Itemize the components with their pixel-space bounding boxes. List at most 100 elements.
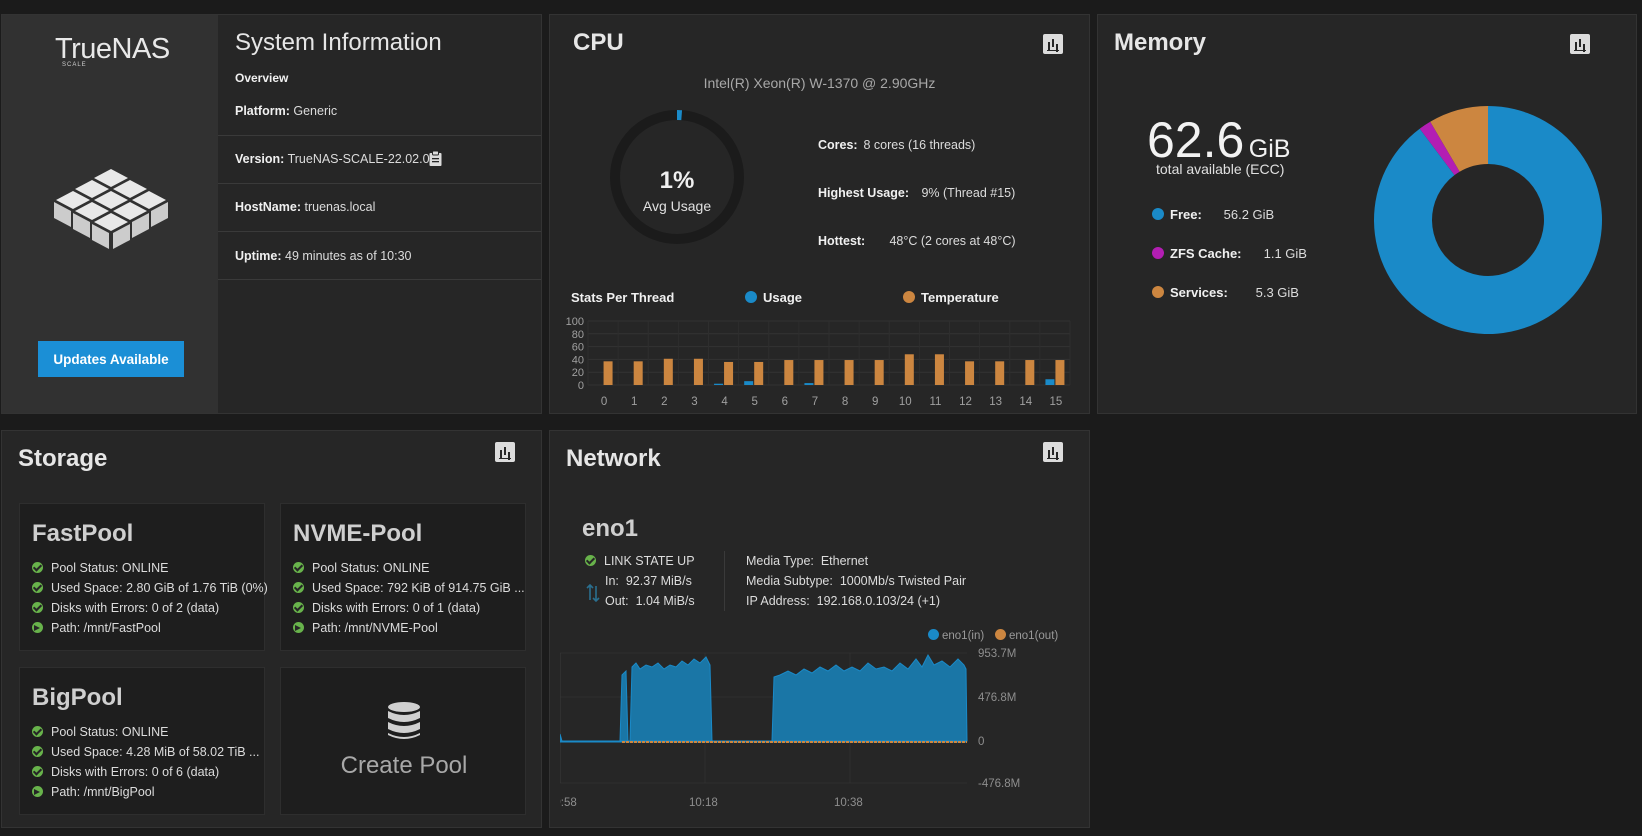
temperature-bar: [724, 361, 734, 385]
cpu-reports-chart-icon[interactable]: [1043, 34, 1063, 54]
ip-address-value: 192.168.0.103/24 (+1): [816, 594, 941, 608]
storage-reports-chart-icon[interactable]: [495, 442, 515, 462]
uptime-row: Uptime: 49 minutes as of 10:30: [218, 231, 541, 280]
network-in-row: In: 92.37 MiB/s: [605, 574, 692, 588]
cpu-highest-label: Highest Usage:: [818, 186, 909, 200]
memory-free-label: Free:: [1170, 207, 1202, 222]
network-out-label: Out:: [605, 594, 629, 608]
x-tick-label: 4: [721, 396, 728, 408]
pool-status-row: Pool Status: ONLINE: [293, 561, 429, 575]
zfs-legend-dot-icon: [1152, 247, 1164, 259]
pool-path-row[interactable]: Path: /mnt/FastPool: [32, 621, 161, 635]
pool-status-label: Pool Status:: [51, 725, 119, 739]
platform-row: Platform: Generic: [218, 90, 541, 136]
cpu-legend-usage[interactable]: Usage: [745, 290, 802, 305]
check-circle-icon: [293, 562, 304, 573]
usage-legend-dot-icon: [745, 291, 757, 303]
memory-free-value: 56.2 GiB: [1223, 207, 1275, 222]
network-title: Network: [566, 445, 661, 472]
pool-used-row: Used Space: 4.28 MiB of 58.02 TiB ...: [32, 745, 259, 759]
pool-used-row: Used Space: 792 KiB of 914.75 GiB ...: [293, 581, 525, 595]
memory-donut-chart: [1374, 106, 1602, 334]
memory-services-value: 5.3 GiB: [1255, 285, 1299, 300]
pool-errors-row: Disks with Errors: 0 of 2 (data): [32, 601, 219, 615]
y-tick-label: 60: [572, 342, 584, 354]
cpu-model: Intel(R) Xeon(R) W-1370 @ 2.90GHz: [703, 75, 936, 91]
overview-heading: Overview: [235, 71, 289, 85]
transfer-arrows-icon: [586, 583, 600, 603]
pool-status-value: ONLINE: [121, 725, 169, 739]
cpu-cores-value: 8 cores (16 threads): [863, 138, 976, 152]
memory-zfs-value: 1.1 GiB: [1263, 246, 1307, 261]
check-circle-icon: [32, 746, 43, 757]
temperature-bar: [934, 354, 944, 385]
x-tick-label: 8: [842, 396, 848, 408]
memory-total-label: total available (ECC): [1156, 161, 1285, 177]
x-tick-label: 5: [751, 396, 757, 408]
usage-bar: [1045, 379, 1055, 385]
temperature-bar: [754, 361, 764, 385]
temperature-bar: [633, 361, 643, 385]
memory-zfs-row: ZFS Cache: 1.1 GiB: [1152, 246, 1307, 261]
media-type-value: Ethernet: [820, 554, 869, 568]
updates-available-button[interactable]: Updates Available: [38, 341, 184, 377]
memory-services-row: Services: 5.3 GiB: [1152, 285, 1299, 300]
pool-errors-value: 0 of 1 (data): [412, 601, 481, 615]
network-reports-chart-icon[interactable]: [1043, 442, 1063, 462]
pool-used-label: Used Space:: [51, 581, 123, 595]
pool-name: FastPool: [32, 520, 134, 547]
media-subtype-label: Media Subtype:: [746, 574, 833, 588]
hostname-row: HostName: truenas.local: [218, 183, 541, 232]
cpu-highest-row: Highest Usage: 9% (Thread #15): [818, 186, 1015, 200]
cpu-card: CPU Intel(R) Xeon(R) W-1370 @ 2.90GHz 1%…: [549, 14, 1090, 414]
cpu-avg-usage-value: 1%: [659, 167, 695, 194]
cpu-legend-temperature[interactable]: Temperature: [903, 290, 999, 305]
usage-legend-text: Usage: [763, 290, 803, 305]
media-subtype-value: 1000Mb/s Twisted Pair: [839, 574, 967, 588]
memory-reports-chart-icon[interactable]: [1570, 34, 1590, 54]
clipboard-icon[interactable]: [429, 151, 442, 166]
pool-errors-label: Disks with Errors:: [51, 601, 149, 615]
memory-total-value: 62.6: [1147, 112, 1245, 168]
memory-total-unit: GiB: [1248, 135, 1291, 163]
x-tick-label: 1: [631, 396, 637, 408]
network-traffic-chart: 953.7M 476.8M 0 -476.8M 09:58 10:18 10:38: [560, 648, 1020, 809]
inbound-traffic-area: [560, 653, 968, 742]
temperature-bar: [663, 358, 673, 385]
pool-card-nvme-pool[interactable]: NVME-Pool Pool Status: ONLINE Used Space…: [280, 503, 526, 651]
free-slice: [1374, 106, 1602, 334]
ip-address-row: IP Address: 192.168.0.103/24 (+1): [746, 594, 940, 608]
pool-path-row[interactable]: Path: /mnt/BigPool: [32, 785, 155, 799]
temperature-bar: [814, 360, 824, 385]
y-tick-label: 80: [572, 329, 584, 341]
temperature-bar: [1055, 360, 1065, 385]
x-tick-label: 10:38: [834, 797, 863, 809]
platform-value: Generic: [293, 104, 338, 118]
check-circle-icon: [32, 562, 43, 573]
check-circle-icon: [293, 582, 304, 593]
temperature-bar: [1025, 360, 1035, 385]
out-legend-dot-icon: [995, 629, 1006, 640]
pool-name: NVME-Pool: [293, 520, 423, 547]
cpu-cores-row: Cores: 8 cores (16 threads): [818, 138, 975, 152]
x-tick-label: 10:18: [689, 797, 718, 809]
network-out-value: 1.04 MiB/s: [635, 594, 695, 608]
pool-path-value: /mnt/FastPool: [83, 621, 161, 635]
media-type-row: Media Type: Ethernet: [746, 554, 868, 568]
uptime-label: Uptime:: [235, 249, 282, 263]
link-state-row: LINK STATE UP: [585, 554, 695, 568]
x-tick-label: 10: [899, 396, 912, 408]
cpu-hottest-row: Hottest: 48°C (2 cores at 48°C): [818, 234, 1016, 248]
pool-card-bigpool[interactable]: BigPool Pool Status: ONLINE Used Space: …: [19, 667, 265, 815]
create-pool-button[interactable]: Create Pool: [280, 667, 526, 815]
cpu-thread-chart: 1008060402000 1 2 3 4 5 6 7 8 9 10 11 12 13 14 15: [566, 316, 1071, 408]
storage-card: Storage FastPool Pool Status: ONLINE Use…: [1, 430, 542, 828]
check-circle-icon: [32, 766, 43, 777]
pool-path-value: /mnt/BigPool: [83, 785, 155, 799]
pool-path-row[interactable]: Path: /mnt/NVME-Pool: [293, 621, 438, 635]
temperature-bar: [965, 361, 975, 385]
memory-free-row: Free: 56.2 GiB: [1152, 207, 1274, 222]
pool-card-fastpool[interactable]: FastPool Pool Status: ONLINE Used Space:…: [19, 503, 268, 651]
y-tick-label: 476.8M: [978, 692, 1016, 704]
media-subtype-row: Media Subtype: 1000Mb/s Twisted Pair: [746, 574, 966, 588]
